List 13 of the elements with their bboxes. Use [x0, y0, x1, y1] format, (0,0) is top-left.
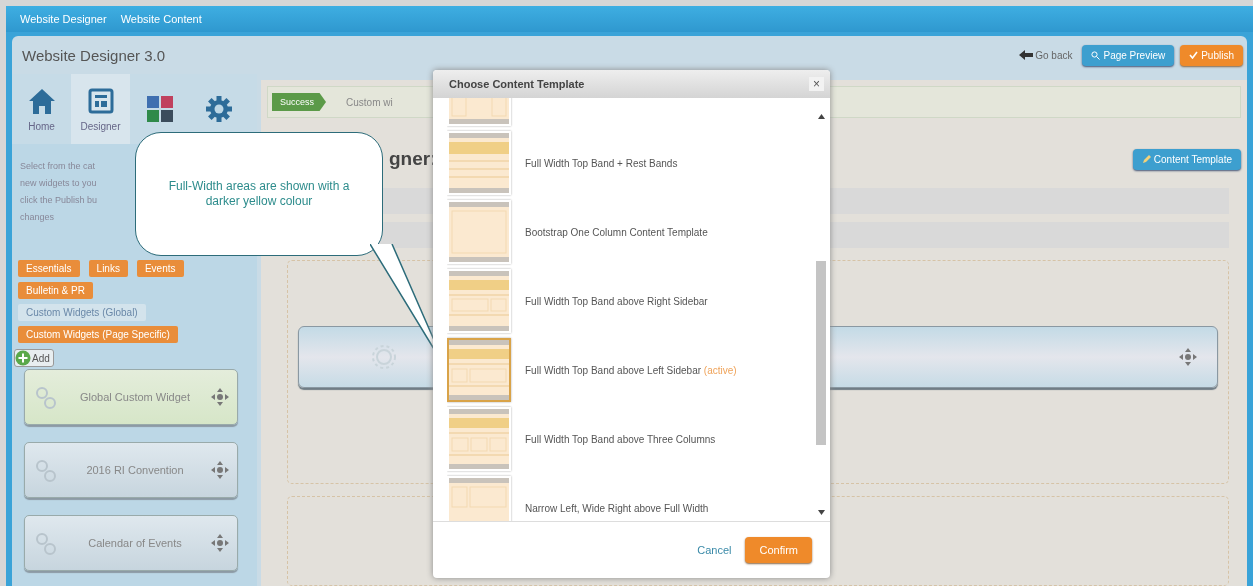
widget-title: 2016 RI Convention — [85, 464, 185, 476]
window-title: Website Designer 3.0 — [22, 46, 166, 64]
help-text: click the Publish bu — [20, 194, 99, 207]
widget-title: Calendar of Events — [87, 537, 183, 549]
status-message: Custom wi — [346, 96, 393, 108]
callout-text: Full-Width areas are shown with a darker yellow colour — [167, 179, 351, 209]
help-text: new widgets to you — [20, 177, 98, 190]
widget-title: Global Custom Widget — [78, 391, 191, 403]
page-heading: gner: — [389, 148, 437, 170]
success-badge: Success — [272, 93, 326, 111]
help-text: Select from the cat — [20, 160, 97, 173]
dialog-title: Choose Content Template — [449, 78, 585, 90]
help-text: changes — [20, 211, 56, 224]
